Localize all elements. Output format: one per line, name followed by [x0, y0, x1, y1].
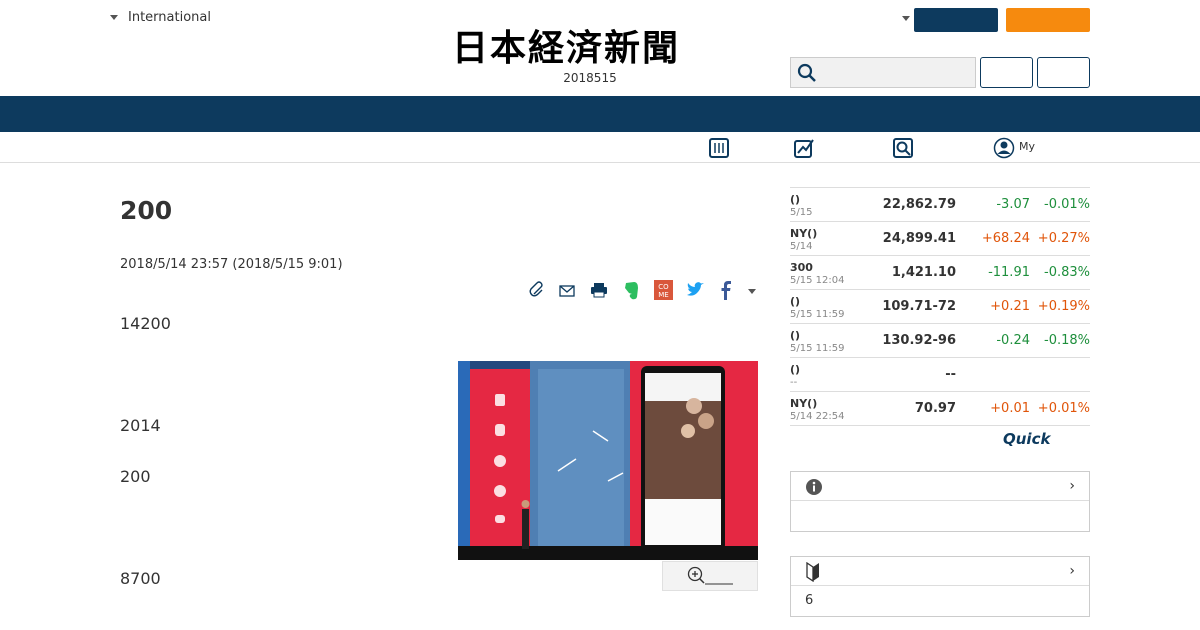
market-percent: +0.19%: [1037, 299, 1090, 314]
market-change: -11.91: [988, 265, 1030, 280]
search-input[interactable]: [823, 58, 973, 87]
chevron-right-icon: ›: [1069, 478, 1075, 494]
market-percent: -0.18%: [1044, 333, 1090, 348]
chevron-right-icon: ›: [1069, 563, 1075, 579]
market-value: 130.92-96: [882, 333, 956, 348]
market-change: -3.07: [996, 197, 1030, 212]
edition-label: International: [128, 10, 211, 25]
market-time: --: [790, 377, 798, 388]
beginner-card-header[interactable]: ›: [791, 557, 1089, 586]
market-row[interactable]: () 5/15 11:59 109.71-72 +0.21 +0.19%: [790, 290, 1090, 324]
info-card-body: [791, 501, 1089, 531]
market-value: 109.71-72: [882, 299, 956, 314]
market-name: (): [790, 363, 801, 376]
magnifier-icon[interactable]: [892, 137, 914, 159]
market-time: 5/14: [790, 241, 813, 252]
article-headline: 200: [120, 196, 173, 225]
orange-button[interactable]: [1006, 8, 1090, 32]
clip-icon[interactable]: [528, 278, 546, 302]
market-time: 5/15: [790, 207, 813, 218]
article-paragraph: 2014: [120, 416, 161, 435]
market-name: NY(): [790, 397, 818, 410]
photo-zoom-button[interactable]: [662, 561, 758, 591]
more-share-caret-icon[interactable]: [748, 289, 756, 294]
article-paragraph: 200: [120, 467, 151, 486]
print-icon[interactable]: [589, 278, 609, 302]
beginner-icon: [806, 562, 819, 582]
market-time: 5/15 11:59: [790, 309, 845, 320]
chart-icon[interactable]: [793, 137, 815, 159]
mail-icon[interactable]: [558, 278, 576, 302]
market-change: -0.24: [996, 333, 1030, 348]
market-value: --: [945, 367, 956, 382]
svg-text:ME: ME: [658, 291, 668, 299]
article-paragraph: 14200: [120, 314, 171, 333]
market-percent: -0.83%: [1044, 265, 1090, 280]
caret-down-icon[interactable]: [902, 16, 910, 21]
market-row[interactable]: NY() 5/14 24,899.41 +68.24 +0.27%: [790, 222, 1090, 256]
main-nav: [0, 96, 1200, 132]
market-row[interactable]: () -- --: [790, 358, 1090, 392]
info-icon: [806, 479, 822, 495]
zoom-icon: [687, 566, 733, 585]
market-percent: -0.01%: [1044, 197, 1090, 212]
market-row[interactable]: 300 5/15 12:04 1,421.10 -11.91 -0.83%: [790, 256, 1090, 290]
facebook-icon[interactable]: [717, 278, 735, 302]
article-photo[interactable]: [458, 361, 758, 560]
market-name: (): [790, 295, 801, 308]
market-value: 1,421.10: [891, 265, 956, 280]
register-button[interactable]: [1037, 57, 1090, 88]
market-time: 5/15 12:04: [790, 275, 845, 286]
info-card: ›: [790, 471, 1090, 532]
search-icon[interactable]: [797, 63, 817, 83]
article-date: 2018/5/14 23:57 (2018/5/15 9:01): [120, 257, 343, 272]
market-name: NY(): [790, 227, 818, 240]
market-data-table: () 5/15 22,862.79 -3.07 -0.01% NY() 5/14…: [790, 187, 1090, 426]
market-row[interactable]: () 5/15 11:59 130.92-96 -0.24 -0.18%: [790, 324, 1090, 358]
market-value: 70.97: [914, 401, 956, 416]
beginner-card: › 6: [790, 556, 1090, 617]
quick-logo[interactable]: Quick: [1003, 430, 1050, 448]
newspaper-icon[interactable]: [708, 137, 730, 159]
market-percent: +0.27%: [1037, 231, 1090, 246]
logo[interactable]: 日本経済新聞: [452, 28, 748, 68]
info-card-header[interactable]: ›: [791, 472, 1089, 501]
my-label[interactable]: My: [1019, 140, 1035, 153]
market-value: 22,862.79: [882, 197, 956, 212]
market-change: +0.21: [990, 299, 1030, 314]
market-row[interactable]: () 5/15 22,862.79 -3.07 -0.01%: [790, 188, 1090, 222]
market-change: +0.01: [990, 401, 1030, 416]
article-paragraph: 8700: [120, 569, 161, 588]
caret-down-icon: [110, 15, 118, 20]
market-name: (): [790, 193, 801, 206]
market-name: (): [790, 329, 801, 342]
login-button[interactable]: [980, 57, 1033, 88]
user-icon[interactable]: [993, 137, 1015, 159]
come-icon[interactable]: CO ME: [653, 278, 674, 302]
edition-selector[interactable]: International: [110, 10, 211, 25]
navy-button[interactable]: [914, 8, 998, 32]
market-row[interactable]: NY() 5/14 22:54 70.97 +0.01 +0.01%: [790, 392, 1090, 426]
search-box[interactable]: [790, 57, 976, 88]
market-name: 300: [790, 261, 813, 274]
market-percent: +0.01%: [1037, 401, 1090, 416]
market-time: 5/14 22:54: [790, 411, 845, 422]
beginner-card-body: 6: [805, 593, 814, 608]
svg-text:CO: CO: [658, 283, 669, 291]
evernote-icon[interactable]: [621, 278, 641, 302]
market-time: 5/15 11:59: [790, 343, 845, 354]
header-date: 2018515: [563, 71, 617, 85]
market-value: 24,899.41: [882, 231, 956, 246]
twitter-icon[interactable]: [685, 278, 707, 302]
market-change: +68.24: [981, 231, 1030, 246]
